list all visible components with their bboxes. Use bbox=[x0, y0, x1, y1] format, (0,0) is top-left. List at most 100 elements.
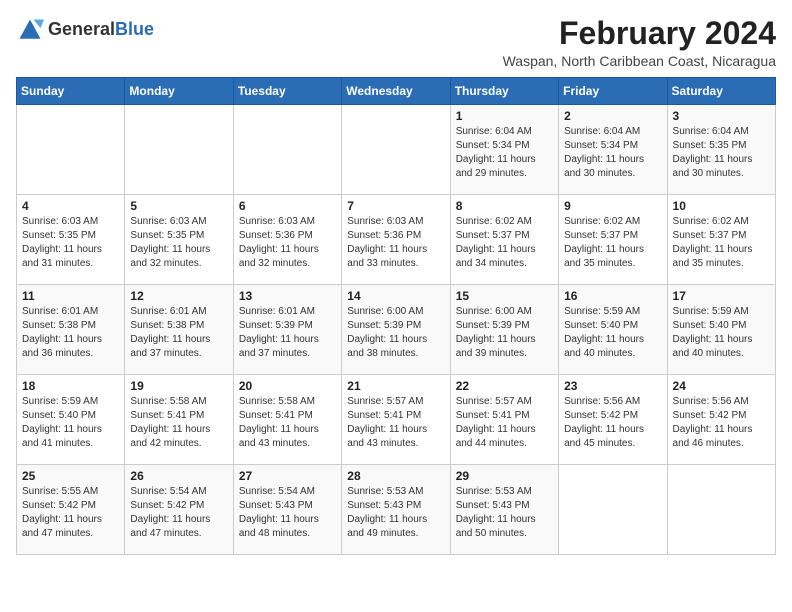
calendar-cell: 29 Sunrise: 5:53 AM Sunset: 5:43 PM Dayli… bbox=[450, 465, 558, 555]
calendar-cell: 5 Sunrise: 6:03 AM Sunset: 5:35 PM Daylig… bbox=[125, 195, 233, 285]
day-info: Sunrise: 6:00 AM Sunset: 5:39 PM Dayligh… bbox=[347, 305, 444, 361]
day-info: Sunrise: 6:04 AM Sunset: 5:34 PM Dayligh… bbox=[456, 125, 553, 181]
day-info: Sunrise: 6:02 AM Sunset: 5:37 PM Dayligh… bbox=[673, 215, 770, 271]
weekday-header-saturday: Saturday bbox=[667, 78, 775, 105]
calendar-cell: 13 Sunrise: 6:01 AM Sunset: 5:39 PM Dayli… bbox=[233, 285, 341, 375]
month-year-title: February 2024 bbox=[503, 16, 776, 51]
calendar-cell: 23 Sunrise: 5:56 AM Sunset: 5:42 PM Dayli… bbox=[559, 375, 667, 465]
day-info: Sunrise: 6:04 AM Sunset: 5:34 PM Dayligh… bbox=[564, 125, 661, 181]
calendar-cell bbox=[233, 105, 341, 195]
logo-general: GeneralBlue bbox=[48, 20, 154, 40]
day-info: Sunrise: 6:02 AM Sunset: 5:37 PM Dayligh… bbox=[564, 215, 661, 271]
day-info: Sunrise: 6:02 AM Sunset: 5:37 PM Dayligh… bbox=[456, 215, 553, 271]
calendar-cell bbox=[17, 105, 125, 195]
calendar-table: SundayMondayTuesdayWednesdayThursdayFrid… bbox=[16, 77, 776, 555]
calendar-cell: 2 Sunrise: 6:04 AM Sunset: 5:34 PM Daylig… bbox=[559, 105, 667, 195]
day-info: Sunrise: 6:01 AM Sunset: 5:39 PM Dayligh… bbox=[239, 305, 336, 361]
day-info: Sunrise: 5:59 AM Sunset: 5:40 PM Dayligh… bbox=[564, 305, 661, 361]
calendar-week-1: 1 Sunrise: 6:04 AM Sunset: 5:34 PM Daylig… bbox=[17, 105, 776, 195]
day-info: Sunrise: 5:57 AM Sunset: 5:41 PM Dayligh… bbox=[456, 395, 553, 451]
calendar-cell: 21Sunrise: 5:57 AM Sunset: 5:41 PM Dayli… bbox=[342, 375, 450, 465]
day-number: 12 bbox=[130, 289, 227, 303]
calendar-cell: 11 Sunrise: 6:01 AM Sunset: 5:38 PM Dayli… bbox=[17, 285, 125, 375]
day-number: 26 bbox=[130, 469, 227, 483]
day-number: 1 bbox=[456, 109, 553, 123]
calendar-cell bbox=[559, 465, 667, 555]
day-number: 11 bbox=[22, 289, 119, 303]
title-area: February 2024 Waspan, North Caribbean Co… bbox=[503, 16, 776, 69]
day-info: Sunrise: 5:59 AM Sunset: 5:40 PM Dayligh… bbox=[22, 395, 119, 451]
calendar-cell: 17Sunrise: 5:59 AM Sunset: 5:40 PM Dayli… bbox=[667, 285, 775, 375]
day-info: Sunrise: 5:59 AM Sunset: 5:40 PM Dayligh… bbox=[673, 305, 770, 361]
day-number: 24 bbox=[673, 379, 770, 393]
weekday-header-wednesday: Wednesday bbox=[342, 78, 450, 105]
day-number: 23 bbox=[564, 379, 661, 393]
calendar-cell: 19 Sunrise: 5:58 AM Sunset: 5:41 PM Dayli… bbox=[125, 375, 233, 465]
calendar-cell: 1 Sunrise: 6:04 AM Sunset: 5:34 PM Daylig… bbox=[450, 105, 558, 195]
day-number: 3 bbox=[673, 109, 770, 123]
day-number: 29 bbox=[456, 469, 553, 483]
day-info: Sunrise: 6:03 AM Sunset: 5:35 PM Dayligh… bbox=[130, 215, 227, 271]
day-info: Sunrise: 5:53 AM Sunset: 5:43 PM Dayligh… bbox=[456, 485, 553, 541]
page-header: GeneralBlue February 2024 Waspan, North … bbox=[16, 16, 776, 69]
calendar-cell: 26 Sunrise: 5:54 AM Sunset: 5:42 PM Dayli… bbox=[125, 465, 233, 555]
day-number: 18 bbox=[22, 379, 119, 393]
day-info: Sunrise: 6:03 AM Sunset: 5:35 PM Dayligh… bbox=[22, 215, 119, 271]
day-info: Sunrise: 5:58 AM Sunset: 5:41 PM Dayligh… bbox=[130, 395, 227, 451]
calendar-cell: 20 Sunrise: 5:58 AM Sunset: 5:41 PM Dayli… bbox=[233, 375, 341, 465]
day-number: 10 bbox=[673, 199, 770, 213]
calendar-cell: 27 Sunrise: 5:54 AM Sunset: 5:43 PM Dayli… bbox=[233, 465, 341, 555]
day-number: 14 bbox=[347, 289, 444, 303]
day-info: Sunrise: 6:01 AM Sunset: 5:38 PM Dayligh… bbox=[130, 305, 227, 361]
weekday-header-sunday: Sunday bbox=[17, 78, 125, 105]
day-number: 8 bbox=[456, 199, 553, 213]
calendar-cell: 8 Sunrise: 6:02 AM Sunset: 5:37 PM Daylig… bbox=[450, 195, 558, 285]
calendar-cell: 24 Sunrise: 5:56 AM Sunset: 5:42 PM Dayli… bbox=[667, 375, 775, 465]
day-info: Sunrise: 5:54 AM Sunset: 5:43 PM Dayligh… bbox=[239, 485, 336, 541]
day-info: Sunrise: 6:04 AM Sunset: 5:35 PM Dayligh… bbox=[673, 125, 770, 181]
day-info: Sunrise: 5:56 AM Sunset: 5:42 PM Dayligh… bbox=[564, 395, 661, 451]
day-number: 6 bbox=[239, 199, 336, 213]
day-number: 22 bbox=[456, 379, 553, 393]
day-number: 19 bbox=[130, 379, 227, 393]
calendar-week-4: 18 Sunrise: 5:59 AM Sunset: 5:40 PM Dayli… bbox=[17, 375, 776, 465]
weekday-header-thursday: Thursday bbox=[450, 78, 558, 105]
weekday-header-tuesday: Tuesday bbox=[233, 78, 341, 105]
day-number: 25 bbox=[22, 469, 119, 483]
day-number: 15 bbox=[456, 289, 553, 303]
calendar-cell: 18 Sunrise: 5:59 AM Sunset: 5:40 PM Dayli… bbox=[17, 375, 125, 465]
logo: GeneralBlue bbox=[16, 16, 154, 44]
day-info: Sunrise: 5:54 AM Sunset: 5:42 PM Dayligh… bbox=[130, 485, 227, 541]
calendar-week-2: 4 Sunrise: 6:03 AM Sunset: 5:35 PM Daylig… bbox=[17, 195, 776, 285]
day-info: Sunrise: 6:00 AM Sunset: 5:39 PM Dayligh… bbox=[456, 305, 553, 361]
day-info: Sunrise: 6:01 AM Sunset: 5:38 PM Dayligh… bbox=[22, 305, 119, 361]
calendar-cell: 3 Sunrise: 6:04 AM Sunset: 5:35 PM Daylig… bbox=[667, 105, 775, 195]
calendar-cell: 25 Sunrise: 5:55 AM Sunset: 5:42 PM Dayli… bbox=[17, 465, 125, 555]
day-number: 20 bbox=[239, 379, 336, 393]
day-number: 5 bbox=[130, 199, 227, 213]
day-number: 27 bbox=[239, 469, 336, 483]
calendar-week-3: 11 Sunrise: 6:01 AM Sunset: 5:38 PM Dayli… bbox=[17, 285, 776, 375]
weekday-header-friday: Friday bbox=[559, 78, 667, 105]
calendar-cell: 14 Sunrise: 6:00 AM Sunset: 5:39 PM Dayli… bbox=[342, 285, 450, 375]
calendar-cell: 22 Sunrise: 5:57 AM Sunset: 5:41 PM Dayli… bbox=[450, 375, 558, 465]
day-number: 7 bbox=[347, 199, 444, 213]
weekday-header-row: SundayMondayTuesdayWednesdayThursdayFrid… bbox=[17, 78, 776, 105]
day-number: 2 bbox=[564, 109, 661, 123]
calendar-cell: 6 Sunrise: 6:03 AM Sunset: 5:36 PM Daylig… bbox=[233, 195, 341, 285]
calendar-cell: 9 Sunrise: 6:02 AM Sunset: 5:37 PM Daylig… bbox=[559, 195, 667, 285]
day-number: 9 bbox=[564, 199, 661, 213]
day-number: 13 bbox=[239, 289, 336, 303]
day-info: Sunrise: 5:55 AM Sunset: 5:42 PM Dayligh… bbox=[22, 485, 119, 541]
day-info: Sunrise: 6:03 AM Sunset: 5:36 PM Dayligh… bbox=[239, 215, 336, 271]
calendar-cell: 10 Sunrise: 6:02 AM Sunset: 5:37 PM Dayli… bbox=[667, 195, 775, 285]
calendar-cell: 12 Sunrise: 6:01 AM Sunset: 5:38 PM Dayli… bbox=[125, 285, 233, 375]
calendar-cell bbox=[125, 105, 233, 195]
calendar-body: 1 Sunrise: 6:04 AM Sunset: 5:34 PM Daylig… bbox=[17, 105, 776, 555]
day-info: Sunrise: 5:56 AM Sunset: 5:42 PM Dayligh… bbox=[673, 395, 770, 451]
calendar-cell bbox=[342, 105, 450, 195]
day-info: Sunrise: 5:53 AM Sunset: 5:43 PM Dayligh… bbox=[347, 485, 444, 541]
day-number: 4 bbox=[22, 199, 119, 213]
day-info: Sunrise: 5:57 AM Sunset: 5:41 PM Dayligh… bbox=[347, 395, 444, 451]
day-info: Sunrise: 5:58 AM Sunset: 5:41 PM Dayligh… bbox=[239, 395, 336, 451]
